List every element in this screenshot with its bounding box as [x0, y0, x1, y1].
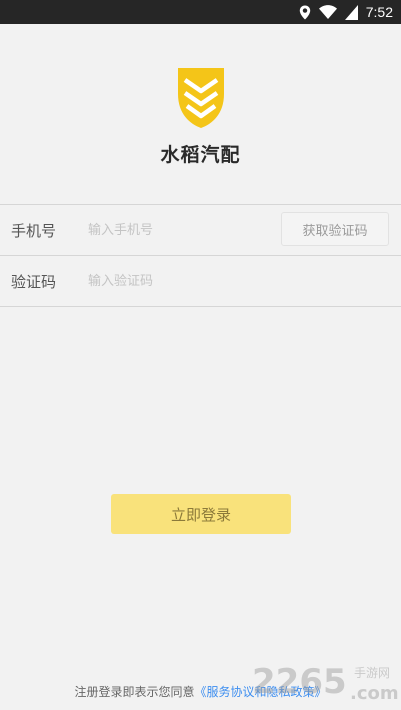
watermark-brand: 2265: [252, 662, 347, 702]
form-divider: [0, 306, 401, 307]
login-button[interactable]: 立即登录: [111, 494, 291, 534]
phone-input[interactable]: [88, 218, 268, 242]
form-divider: [0, 255, 401, 256]
agreement-prefix: 注册登录即表示您同意: [74, 685, 195, 699]
wifi-icon: [318, 5, 337, 19]
status-time: 7:52: [365, 4, 393, 20]
signal-icon: [344, 4, 358, 20]
app-logo: [178, 68, 224, 128]
verification-code-input[interactable]: [88, 269, 268, 293]
location-icon: [299, 5, 310, 19]
form-divider: [0, 204, 401, 205]
site-watermark: 2265 手游网 .com: [252, 662, 399, 704]
watermark-suffix: .com: [350, 683, 399, 704]
watermark-tagline: 手游网: [354, 666, 390, 680]
status-bar: 7:52: [0, 0, 401, 24]
app-name: 水稻汽配: [160, 144, 241, 166]
get-verification-code-button[interactable]: 获取验证码: [281, 212, 389, 246]
code-label: 验证码: [11, 273, 57, 291]
status-icons: 7:52: [299, 0, 393, 24]
phone-label: 手机号: [11, 222, 57, 240]
